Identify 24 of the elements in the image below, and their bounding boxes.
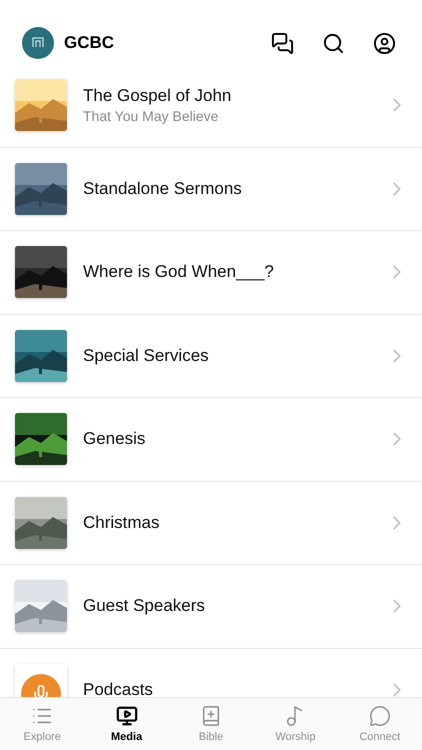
series-row[interactable]: Genesis [0, 398, 422, 482]
search-icon[interactable] [322, 32, 345, 54]
messages-icon[interactable] [271, 32, 294, 54]
series-row[interactable]: Special Services [0, 314, 422, 398]
series-row[interactable]: Christmas [0, 482, 422, 565]
series-row[interactable]: The Gospel of John That You May Believe [0, 64, 422, 148]
series-row[interactable]: Where is God When___? [0, 231, 422, 314]
chat-bubble-icon [368, 705, 391, 727]
app-title: GCBC [64, 33, 116, 53]
series-title: Genesis [83, 429, 146, 450]
series-title: The Gospel of John [83, 86, 232, 106]
series-title: Guest Speakers [83, 596, 206, 616]
play-screen-icon [116, 705, 138, 727]
series-title: Standalone Sermons [83, 178, 243, 199]
logo-icon [22, 27, 54, 59]
series-title: Special Services [83, 346, 210, 366]
series-row[interactable]: Standalone Sermons [0, 148, 422, 231]
series-subtitle: That You May Believe [83, 108, 220, 124]
series-row[interactable]: Guest Speakers [0, 565, 422, 648]
profile-icon[interactable] [373, 32, 396, 54]
series-title: Where is God When___? [83, 262, 275, 282]
series-title: Podcasts [83, 680, 154, 697]
series-title: Christmas [83, 512, 161, 533]
tab[interactable]: Media [84, 698, 169, 750]
